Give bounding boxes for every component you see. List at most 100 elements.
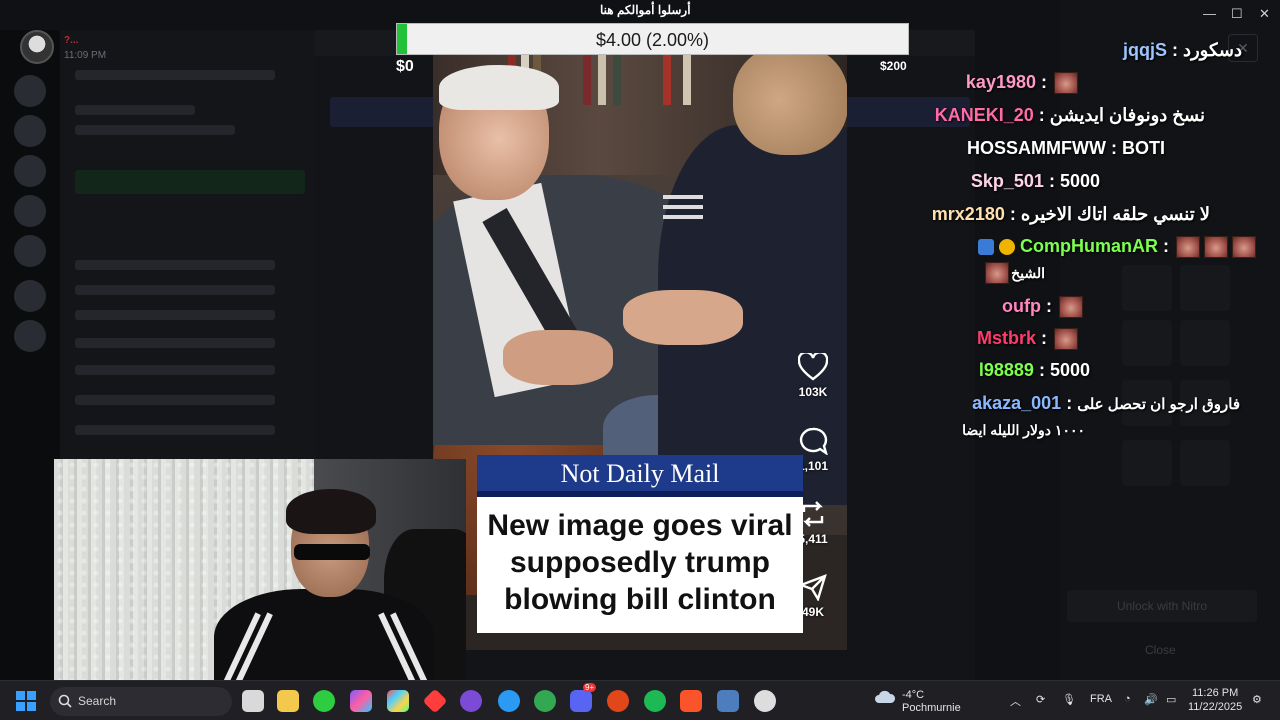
copilot-icon[interactable] [350,690,372,712]
close-button[interactable]: ✕ [1259,6,1270,22]
chat-text: الشيخ [1011,265,1045,281]
volume-icon[interactable]: 🔊 [1144,693,1158,706]
book [598,55,606,105]
chat-username: akaza_001 [972,393,1062,413]
discord-badge: 9+ [583,683,597,692]
chat-message: CompHumanAR : [977,236,1258,259]
explore-icon[interactable] [14,320,46,352]
taskbar-search[interactable]: Search [50,687,232,716]
caption-body: New image goes viral supposedly trump bl… [477,497,803,618]
grid-cell [1122,265,1172,311]
hair [439,65,559,110]
channel-row[interactable] [75,285,275,295]
channel-row[interactable] [75,425,275,435]
avatar[interactable] [20,30,54,64]
chat-username: Skp_501 [970,171,1044,191]
channel-row[interactable] [75,365,275,375]
chat-username: Mstbrk [976,328,1036,348]
chat-message: kay1980 : [965,72,1080,95]
chat-username: KANEKI_20 [934,105,1034,125]
spotify-icon[interactable] [644,690,666,712]
chat-message: mrx2180 : لا تنسي حلقه اتاك الاخيره [931,204,1210,224]
caption-line: supposedly trump [509,546,771,579]
channel-row[interactable] [75,310,275,320]
app-icon[interactable] [607,690,629,712]
wifi-icon[interactable]: ◔ [1124,693,1131,705]
weather-desc[interactable]: Pochmurnie [902,702,961,714]
server-icon[interactable] [14,235,46,267]
chat-message-cont: الشيخ [983,262,1045,285]
grid-cell [1122,320,1172,366]
emote-icon [1059,296,1083,319]
face-left [439,65,559,200]
chat-text: 5000 [1049,360,1090,380]
maximize-button[interactable]: ☐ [1231,6,1243,22]
close-link[interactable]: Close [1145,643,1176,657]
channel-row[interactable] [75,338,275,348]
brave-icon[interactable] [680,690,702,712]
mic-icon[interactable]: 🎙 [1062,693,1076,706]
app-icon[interactable] [422,688,448,714]
caption-line: New image goes viral [487,509,793,542]
server-icon[interactable] [14,155,46,187]
hand [623,290,743,345]
message-time: 11:09 PM [64,50,107,61]
channel-row[interactable] [75,260,275,270]
task-view-icon[interactable] [242,690,264,712]
battery-icon[interactable]: ▭ [1166,693,1176,706]
chat-text: فاروق ارجو ان تحصل على [1077,396,1240,413]
sunglasses [294,544,370,560]
taskbar-clock[interactable]: 11:26 PM 11/22/2025 [1188,686,1242,714]
sleeve-stripe [663,205,703,209]
minimize-button[interactable]: — [1203,6,1216,21]
emote-icon [1232,236,1256,259]
channel-row[interactable] [75,395,275,405]
chat-username: HOSSAMMFWW [967,138,1106,158]
calculator-icon[interactable] [717,690,739,712]
app-icon[interactable] [754,690,776,712]
xbox-icon[interactable] [313,690,335,712]
event-button[interactable] [75,170,305,194]
chat-username: kay1980 [965,72,1036,92]
app-icon[interactable] [498,690,520,712]
right-panel [1060,0,1280,680]
event-row [75,125,235,135]
caption-line: blowing bill clinton [504,583,776,616]
sub-badge-icon [998,239,1015,256]
server-icon[interactable] [14,75,46,107]
grid-cell [1180,265,1230,311]
chat-message: Mstbrk : [976,328,1080,351]
server-icon[interactable] [14,115,46,147]
chat-text: نسخ دونوفان ايديشن [1049,105,1205,125]
emote-icon [1054,328,1078,351]
sync-icon[interactable]: ⟳ [1036,693,1045,706]
weather-temp[interactable]: -4°C [902,689,924,701]
discord-icon[interactable]: 9+ [570,683,597,712]
tray-chevron-icon[interactable]: ︿ [1010,693,1021,709]
book [663,55,671,105]
clock-time: 11:26 PM [1191,687,1239,699]
grid-cell [1122,440,1172,486]
weather-cloud-icon[interactable] [874,690,896,704]
notification-icon[interactable]: ⚙ [1252,693,1262,706]
like-button[interactable]: 103K [788,353,838,399]
chat-message: oufp : [1002,296,1085,319]
chat-app-icon[interactable] [460,690,482,712]
store-icon[interactable] [387,690,409,712]
file-explorer-icon[interactable] [277,690,299,712]
server-name[interactable] [75,70,275,80]
chat-message: HOSSAMMFWW : BOTI [967,138,1165,158]
windows-start-icon[interactable] [16,691,36,711]
donation-max-label: $200 [880,59,907,73]
chat-text: لا تنسي حلقه اتاك الاخيره [1020,204,1210,224]
language-indicator[interactable]: FRA [1090,693,1112,705]
webcam-overlay [54,459,466,690]
add-server-icon[interactable] [14,280,46,312]
app-icon[interactable] [534,690,556,712]
streamer-hair [286,489,376,534]
vip-badge-icon [977,239,994,256]
server-icon[interactable] [14,195,46,227]
book [683,55,691,105]
donation-progress-bar: $4.00 (2.00%) [396,23,909,55]
unlock-nitro-button[interactable]: Unlock with Nitro [1067,590,1257,622]
